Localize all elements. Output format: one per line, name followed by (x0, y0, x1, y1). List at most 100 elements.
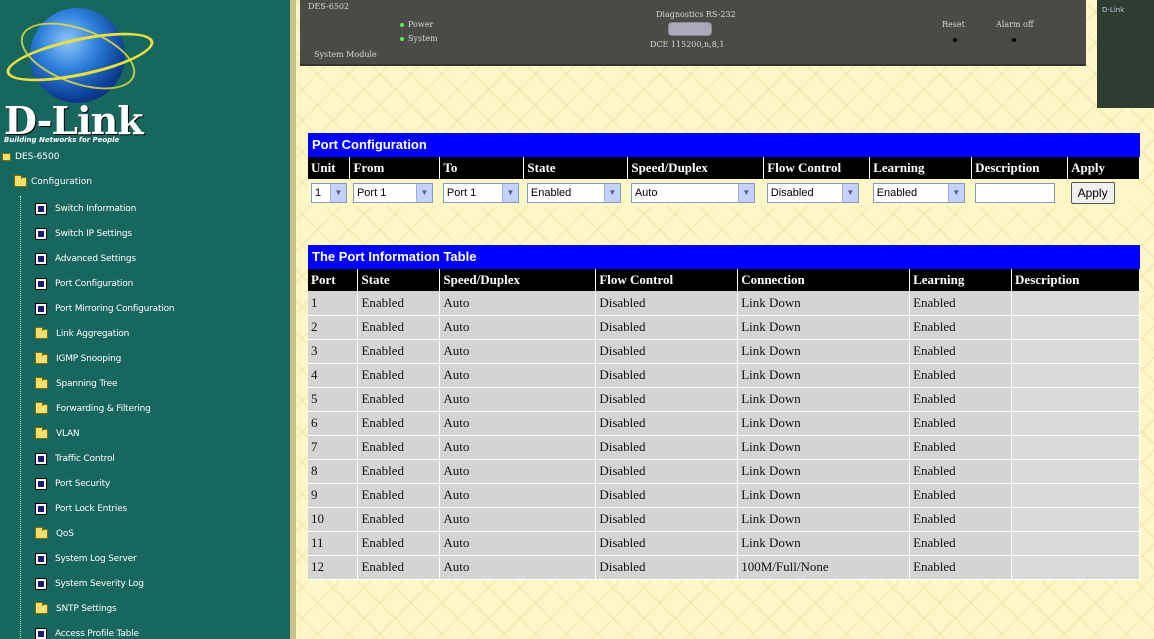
sidebar-item-label: Port Mirroring Configuration (55, 303, 175, 314)
configuration-label: Configuration (31, 177, 93, 187)
diag-label: Diagnostics RS-232 (656, 10, 736, 19)
dce-label: DCE 115200,n,8,1 (650, 40, 725, 49)
table-cell: Auto (439, 387, 597, 412)
chevron-down-icon: ▼ (841, 183, 858, 202)
config-column-header: Flow Control (763, 157, 871, 179)
table-cell: 9 (308, 483, 359, 508)
table-cell: Disabled (595, 315, 739, 340)
page-icon (35, 302, 47, 315)
sidebar-item-access-profile-table[interactable]: Access Profile Table (21, 621, 290, 639)
sidebar-item-link-aggregation[interactable]: Link Aggregation (21, 321, 290, 346)
sidebar-item-system-log-server[interactable]: System Log Server (21, 546, 290, 571)
table-cell: Link Down (737, 459, 911, 484)
reset-button[interactable] (953, 38, 957, 42)
table-cell: Enabled (357, 315, 441, 340)
table-cell: Link Down (737, 315, 911, 340)
table-cell: Enabled (909, 363, 1013, 388)
learning-value: Enabled (876, 186, 918, 199)
sidebar-item-label: Spanning Tree (56, 378, 118, 389)
alarm-button[interactable] (1012, 38, 1016, 42)
power-label: Power (408, 20, 434, 29)
table-cell: Link Down (737, 291, 911, 316)
sidebar-item-port-mirroring-configuration[interactable]: Port Mirroring Configuration (21, 296, 290, 321)
table-cell: Disabled (595, 339, 739, 364)
apply-button[interactable]: Apply (1070, 181, 1115, 204)
table-cell: 12 (308, 555, 359, 580)
sidebar-item-spanning-tree[interactable]: Spanning Tree (21, 371, 290, 396)
table-cell: Auto (439, 435, 597, 460)
frame-separator[interactable] (290, 0, 296, 639)
table-cell: Link Down (737, 435, 911, 460)
sidebar-item-system-severity-log[interactable]: System Severity Log (21, 571, 290, 596)
table-cell (1011, 339, 1140, 364)
table-cell: Auto (439, 531, 597, 556)
table-cell (1011, 363, 1140, 388)
learning-select[interactable]: Enabled ▼ (872, 182, 965, 203)
table-row: 6 Enabled Auto Disabled Link Down Enabled (308, 411, 1140, 436)
dlink-logo: D-Link Building Networks for People (0, 0, 290, 150)
sidebar-item-vlan[interactable]: VLAN (21, 421, 290, 446)
sidebar-item-label: System Severity Log (55, 578, 144, 589)
table-cell: Enabled (357, 363, 441, 388)
state-value: Enabled (530, 186, 572, 199)
flow-control-select[interactable]: Disabled ▼ (766, 182, 859, 203)
table-cell: Auto (439, 555, 597, 580)
sidebar-item-port-lock-entries[interactable]: Port Lock Entries (21, 496, 290, 521)
table-cell: Disabled (595, 363, 739, 388)
info-column-header: State (357, 269, 441, 291)
unit-select[interactable]: 1 ▼ (311, 182, 347, 203)
config-column-header: Learning (869, 157, 973, 179)
sidebar-item-label: Access Profile Table (55, 628, 139, 639)
logo-tagline: Building Networks for People (4, 136, 120, 144)
sidebar-item-switch-ip-settings[interactable]: Switch IP Settings (21, 221, 290, 246)
table-row: 3 Enabled Auto Disabled Link Down Enabled (308, 339, 1140, 364)
tree-configuration[interactable]: Configuration (14, 175, 93, 187)
port-info-title: The Port Information Table (308, 245, 1140, 269)
folder-icon (35, 526, 48, 539)
sidebar-item-traffic-control[interactable]: Traffic Control (21, 446, 290, 471)
device-front-panel: DES-6502 Power System System Module Diag… (300, 0, 1086, 66)
table-cell (1011, 483, 1140, 508)
config-column-header: Unit (308, 157, 351, 179)
to-port-select[interactable]: Port 1 ▼ (442, 182, 519, 203)
table-cell: 4 (308, 363, 359, 388)
table-cell: Enabled (357, 555, 441, 580)
sidebar-item-igmp-snooping[interactable]: IGMP Snooping (21, 346, 290, 371)
table-cell: Disabled (595, 555, 739, 580)
sidebar-item-sntp-settings[interactable]: SNTP Settings (21, 596, 290, 621)
table-cell: Auto (439, 339, 597, 364)
sidebar-item-port-security[interactable]: Port Security (21, 471, 290, 496)
speed-duplex-select[interactable]: Auto ▼ (630, 182, 755, 203)
sidebar-item-qos[interactable]: QoS (21, 521, 290, 546)
sidebar-item-advanced-settings[interactable]: Advanced Settings (21, 246, 290, 271)
info-column-header: Learning (909, 269, 1013, 291)
table-cell: 8 (308, 459, 359, 484)
folder-icon (35, 376, 48, 389)
state-select[interactable]: Enabled ▼ (526, 182, 621, 203)
config-column-header: Speed/Duplex (627, 157, 765, 179)
sidebar-item-label: IGMP Snooping (56, 353, 122, 364)
module-label: System Module (314, 50, 377, 59)
table-cell: Enabled (357, 507, 441, 532)
table-row: 7 Enabled Auto Disabled Link Down Enabled (308, 435, 1140, 460)
sidebar-item-port-configuration[interactable]: Port Configuration (21, 271, 290, 296)
sidebar-item-forwarding-filtering[interactable]: Forwarding & Filtering (21, 396, 290, 421)
folder-icon (35, 326, 48, 339)
info-column-header: Flow Control (595, 269, 739, 291)
tree-root-device[interactable]: DES-6500 (2, 152, 59, 162)
sidebar-item-label: Traffic Control (55, 453, 115, 464)
table-cell: Enabled (909, 339, 1013, 364)
info-column-header: Speed/Duplex (439, 269, 597, 291)
table-cell: 7 (308, 435, 359, 460)
device-label: DES-6500 (15, 152, 60, 162)
description-input[interactable] (974, 182, 1055, 203)
page-icon (35, 227, 47, 240)
from-port-select[interactable]: Port 1 ▼ (352, 182, 433, 203)
config-column-header: Description (971, 157, 1069, 179)
sidebar-item-switch-information[interactable]: Switch Information (21, 196, 290, 221)
page-icon (35, 627, 47, 639)
table-cell: Disabled (595, 483, 739, 508)
table-cell: Auto (439, 507, 597, 532)
table-cell: Enabled (357, 291, 441, 316)
table-row: 2 Enabled Auto Disabled Link Down Enabled (308, 315, 1140, 340)
